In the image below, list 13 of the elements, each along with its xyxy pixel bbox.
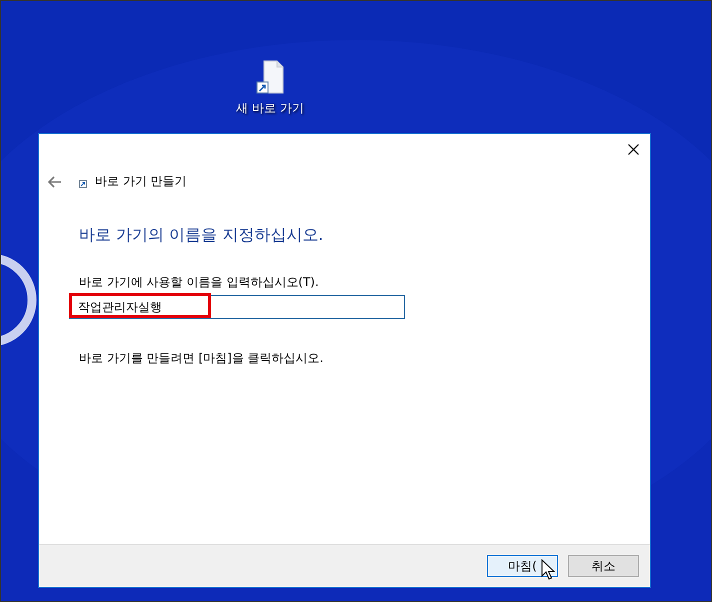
shortcut-file-icon[interactable] (256, 60, 284, 96)
field-label: 바로 가기에 사용할 이름을 입력하십시오(T). (79, 274, 320, 291)
page-heading: 바로 가기의 이름을 지정하십시오. (79, 224, 324, 246)
desktop-icon-label[interactable]: 새 바로 가기 (236, 99, 304, 117)
cancel-button[interactable]: 취소 (568, 555, 639, 577)
back-arrow-icon[interactable] (48, 176, 62, 188)
name-field[interactable]: 작업관리자실행 (69, 295, 405, 319)
mouse-pointer-icon (541, 559, 555, 581)
instruction-text: 바로 가기를 만들려면 [마침]을 클릭하십시오. (79, 350, 324, 367)
window-title: 바로 가기 만들기 (95, 173, 187, 190)
finish-button[interactable]: 마침( (487, 555, 558, 577)
close-icon[interactable] (628, 144, 638, 154)
shortcut-icon (79, 180, 87, 188)
